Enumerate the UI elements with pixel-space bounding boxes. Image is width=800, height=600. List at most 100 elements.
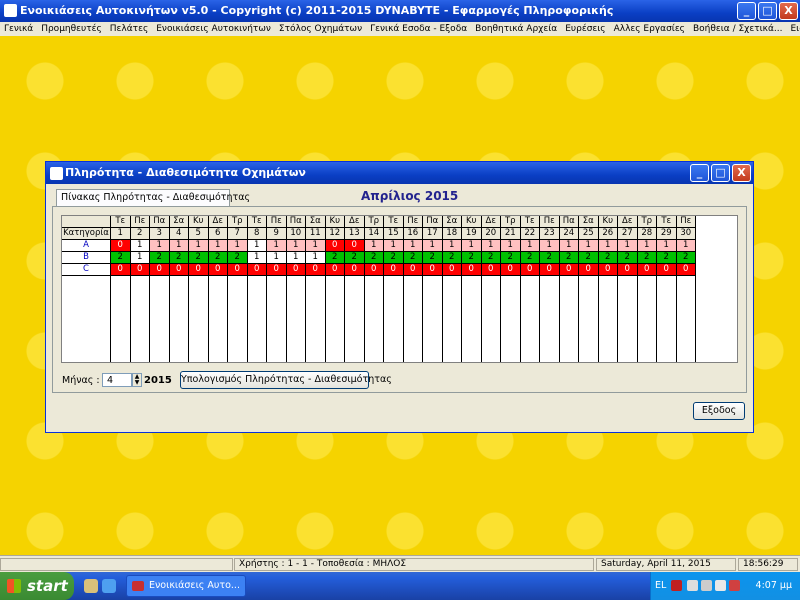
status-bar: Χρήστης : 1 - 1 - Τοποθεσία : ΜΗΛΟΣ Satu…	[0, 555, 800, 573]
availability-cell: 0	[286, 264, 306, 276]
app-maximize-button[interactable]: □	[758, 2, 777, 20]
menu-item-general[interactable]: Γενικά	[0, 22, 37, 36]
taskbar-app-button[interactable]: Ενοικιάσεις Αυτο...	[126, 575, 246, 597]
availability-cell: 0	[345, 264, 365, 276]
day-header-cell: 26	[598, 228, 618, 240]
month-label: Μήνας :	[62, 375, 100, 386]
availability-cell: 2	[481, 252, 501, 264]
weekday-header-cell: Κυ	[598, 216, 618, 228]
windows-flag-icon	[7, 579, 21, 593]
language-indicator[interactable]: EL	[655, 580, 666, 591]
availability-cell: 2	[403, 252, 423, 264]
dialog-maximize-button[interactable]: □	[711, 164, 730, 182]
tray-arrow-icon[interactable]	[687, 580, 698, 591]
dialog-minimize-button[interactable]: _	[690, 164, 709, 182]
menu-item-special-tasks[interactable]: Ειδικές Εργασίες	[787, 22, 800, 36]
menu-item-fleet[interactable]: Στόλος Οχημάτων	[275, 22, 366, 36]
menu-item-income-expenses[interactable]: Γενικά Εσοδα - Εξοδα	[366, 22, 471, 36]
quicklaunch-browser-icon[interactable]	[102, 579, 116, 593]
availability-grid[interactable]: Τε Πε Πα Σα Κυ Δε Τρ Τε Πε Πα Σα Κυ Δε Τρ Τε Πε Πα Σα Κυ Δε…	[61, 215, 738, 363]
availability-cell: 1	[579, 240, 599, 252]
app-title: Ενοικιάσεις Αυτοκινήτων v5.0 - Copyright…	[20, 4, 614, 17]
weekday-header-cell: Δε	[345, 216, 365, 228]
day-header-cell: 13	[345, 228, 365, 240]
availability-cell: 0	[598, 264, 618, 276]
availability-cell: 0	[618, 264, 638, 276]
app-close-button[interactable]: X	[779, 2, 798, 20]
availability-cell: 2	[189, 252, 209, 264]
security-icon[interactable]	[729, 580, 740, 591]
availability-cell: 2	[325, 252, 345, 264]
day-header-cell: 22	[520, 228, 540, 240]
day-header-cell: 16	[403, 228, 423, 240]
availability-cell: 1	[189, 240, 209, 252]
system-tray: EL 4:07 μμ	[650, 572, 800, 600]
availability-cell: 1	[228, 240, 248, 252]
weekday-header-cell: Σα	[442, 216, 462, 228]
dialog-close-button[interactable]: X	[732, 164, 751, 182]
availability-cell: 0	[676, 264, 696, 276]
calculate-button[interactable]: Υπολογισμός Πληρότητας - Διαθεσιμότητας	[180, 371, 392, 389]
availability-cell: 1	[559, 240, 579, 252]
weekday-header-cell: Πε	[540, 216, 560, 228]
day-header-cell: 27	[618, 228, 638, 240]
availability-cell: 1	[247, 240, 267, 252]
volume-icon[interactable]	[715, 580, 726, 591]
availability-cell: 1	[267, 240, 287, 252]
weekday-header-cell: Πα	[150, 216, 170, 228]
availability-dialog: Πληρότητα - Διαθεσιμότητα Οχημάτων _ □ X…	[45, 161, 754, 433]
weekday-header-cell: Πε	[267, 216, 287, 228]
availability-cell: 0	[345, 240, 365, 252]
start-label: start	[27, 577, 68, 595]
availability-cell: 1	[364, 240, 384, 252]
quicklaunch-folder-icon[interactable]	[84, 579, 98, 593]
availability-cell: 1	[130, 252, 150, 264]
weekday-header-cell: Κυ	[325, 216, 345, 228]
menu-bar: Γενικά Προμηθευτές Πελάτες Ενοικιάσεις Α…	[0, 22, 800, 36]
availability-cell: 0	[657, 264, 677, 276]
tab-availability-table[interactable]: Πίνακας Πληρότητας - Διαθεσιμότητας	[56, 189, 250, 206]
weekday-header-cell: Δε	[208, 216, 228, 228]
exit-button[interactable]: Εξοδος	[693, 402, 745, 420]
menu-item-help[interactable]: Βοήθεια / Σχετικά...	[689, 22, 787, 36]
app-minimize-button[interactable]: _	[737, 2, 756, 20]
table-row: A011111111110011111111111111111	[62, 240, 696, 252]
status-date: Saturday, April 11, 2015	[596, 558, 736, 571]
network-icon[interactable]	[701, 580, 712, 591]
availability-cell: 2	[442, 252, 462, 264]
availability-cell: 0	[462, 264, 482, 276]
antivirus-icon[interactable]	[671, 580, 682, 591]
weekday-header-cell: Τρ	[637, 216, 657, 228]
day-header-cell: 12	[325, 228, 345, 240]
weekday-header-cell: Τε	[111, 216, 131, 228]
menu-item-search[interactable]: Ευρέσεις	[561, 22, 609, 36]
menu-item-other-tasks[interactable]: Αλλες Εργασίες	[610, 22, 689, 36]
menu-item-rentals[interactable]: Ενοικιάσεις Αυτοκινήτων	[152, 22, 275, 36]
weekday-header-cell: Κυ	[462, 216, 482, 228]
availability-cell: 2	[559, 252, 579, 264]
availability-cell: 2	[208, 252, 228, 264]
month-input[interactable]: 4	[102, 373, 132, 387]
availability-cell: 0	[579, 264, 599, 276]
weekday-header-cell: Σα	[579, 216, 599, 228]
availability-cell: 1	[676, 240, 696, 252]
table-row: B212222211112222222222222222222	[62, 252, 696, 264]
day-header-cell: 17	[423, 228, 443, 240]
availability-cell: 2	[579, 252, 599, 264]
day-header-cell: 1	[111, 228, 131, 240]
menu-item-aux-files[interactable]: Βοηθητικά Αρχεία	[471, 22, 561, 36]
availability-cell: 1	[598, 240, 618, 252]
day-header-cell: 8	[247, 228, 267, 240]
day-header-cell: 9	[267, 228, 287, 240]
month-spinner-arrows[interactable]: ▲ ▼	[132, 373, 142, 387]
availability-cell: 1	[501, 240, 521, 252]
menu-item-suppliers[interactable]: Προμηθευτές	[37, 22, 106, 36]
day-header-cell: 30	[676, 228, 696, 240]
menu-item-customers[interactable]: Πελάτες	[106, 22, 152, 36]
availability-cell: 0	[325, 264, 345, 276]
availability-cell: 1	[169, 240, 189, 252]
start-button[interactable]: start	[0, 572, 74, 600]
availability-cell: 2	[345, 252, 365, 264]
availability-cell: 1	[657, 240, 677, 252]
availability-cell: 0	[325, 240, 345, 252]
